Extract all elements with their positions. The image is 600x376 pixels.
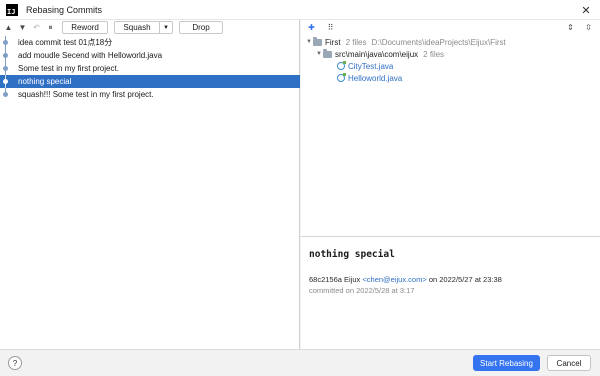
commit-message: add moudle Secend with Helloworld.java xyxy=(18,51,163,60)
changes-toolbar: ✚ ⠿ ⇕ ⇳ xyxy=(301,20,600,35)
commit-row[interactable]: idea commit test 01点18分 xyxy=(0,36,300,49)
module-folder-icon xyxy=(313,36,322,46)
commit-message: squash!!! Some test in my first project. xyxy=(18,90,154,99)
folder-file-count: 2 files xyxy=(423,49,445,59)
chevron-down-icon[interactable]: ▼ xyxy=(315,51,323,57)
root-name: First xyxy=(325,37,341,47)
move-down-icon[interactable]: ▼ xyxy=(17,22,28,33)
pause-icon[interactable]: ⏸ xyxy=(45,22,56,33)
commit-node-icon xyxy=(3,92,8,97)
commit-row-selected[interactable]: nothing special xyxy=(0,75,300,88)
file-name: CityTest.java xyxy=(348,61,394,71)
pin-icon[interactable]: ✚ xyxy=(306,22,317,33)
java-class-icon xyxy=(337,73,346,82)
tree-folder-row[interactable]: ▼ src\main\java\com\eijux 2 files xyxy=(301,48,600,60)
commit-author: Eijux xyxy=(344,275,361,284)
close-window-button[interactable]: ✕ xyxy=(578,2,594,18)
tree-root-row[interactable]: ▼ First 2 files D:\Documents\ideaProject… xyxy=(301,36,600,48)
squash-button[interactable]: Squash xyxy=(114,21,160,34)
changes-tree: ▼ First 2 files D:\Documents\ideaProject… xyxy=(301,36,600,84)
expand-all-icon[interactable]: ⇕ xyxy=(565,22,576,33)
commit-node-icon xyxy=(3,40,8,45)
dialog-footer: ? Start Rebasing Cancel xyxy=(0,349,600,376)
commit-node-icon xyxy=(3,66,8,71)
squash-dropdown-icon[interactable]: ▼ xyxy=(160,21,173,34)
window-title: Rebasing Commits xyxy=(26,4,103,15)
commit-hash[interactable]: 68c2156a xyxy=(309,275,342,284)
commit-message: Some test in my first project. xyxy=(18,64,119,73)
commits-pane: ▲ ▼ ↶ ⏸ Reword Squash ▼ Drop idea commit… xyxy=(0,20,300,349)
commit-author-line: 68c2156a Eijux <chen@eijux.com> on 2022/… xyxy=(309,275,600,284)
title-bar: IJ Rebasing Commits ✕ xyxy=(0,0,600,20)
commit-row[interactable]: add moudle Secend with Helloworld.java xyxy=(0,49,300,62)
undo-icon[interactable]: ↶ xyxy=(31,22,42,33)
chevron-down-icon[interactable]: ▼ xyxy=(305,39,313,45)
commit-row[interactable]: squash!!! Some test in my first project. xyxy=(0,88,300,101)
reword-button[interactable]: Reword xyxy=(62,21,108,34)
tree-file-row[interactable]: Helloworld.java xyxy=(301,72,600,84)
commit-list: idea commit test 01点18分 add moudle Secen… xyxy=(0,36,300,101)
start-rebasing-button[interactable]: Start Rebasing xyxy=(473,355,540,371)
root-path: D:\Documents\ideaProjects\Eijux\First xyxy=(371,37,506,47)
commit-row[interactable]: Some test in my first project. xyxy=(0,62,300,75)
file-name: Helloworld.java xyxy=(348,73,403,83)
folder-icon xyxy=(323,48,332,58)
commit-message: idea commit test 01点18分 xyxy=(18,38,113,47)
move-up-icon[interactable]: ▲ xyxy=(3,22,14,33)
authored-prefix: on xyxy=(428,275,438,284)
author-email-link[interactable]: <chen@eijux.com> xyxy=(362,275,426,284)
authored-date: 2022/5/27 at 23:38 xyxy=(439,275,502,284)
commit-message: nothing special xyxy=(18,77,72,86)
committed-date: committed on 2022/5/28 at 3:17 xyxy=(309,286,415,295)
changes-pane: ✚ ⠿ ⇕ ⇳ ▼ First 2 files D:\Documents\ide… xyxy=(301,20,600,349)
cancel-button[interactable]: Cancel xyxy=(547,355,591,371)
commit-node-icon xyxy=(3,53,8,58)
help-button[interactable]: ? xyxy=(8,356,22,370)
commit-details-panel: nothing special 68c2156a Eijux <chen@eij… xyxy=(301,236,600,349)
commits-toolbar: ▲ ▼ ↶ ⏸ Reword Squash ▼ Drop xyxy=(0,20,300,35)
tree-file-row[interactable]: CityTest.java xyxy=(301,60,600,72)
collapse-all-icon[interactable]: ⇳ xyxy=(583,22,594,33)
commit-details-title: nothing special xyxy=(309,249,395,260)
intellij-app-icon: IJ xyxy=(6,3,18,16)
java-class-icon xyxy=(337,61,346,70)
drop-button[interactable]: Drop xyxy=(179,21,223,34)
group-by-icon[interactable]: ⠿ xyxy=(325,22,336,33)
folder-name: src\main\java\com\eijux xyxy=(335,49,419,59)
commit-node-icon xyxy=(3,79,8,84)
root-file-count: 2 files xyxy=(345,37,367,47)
